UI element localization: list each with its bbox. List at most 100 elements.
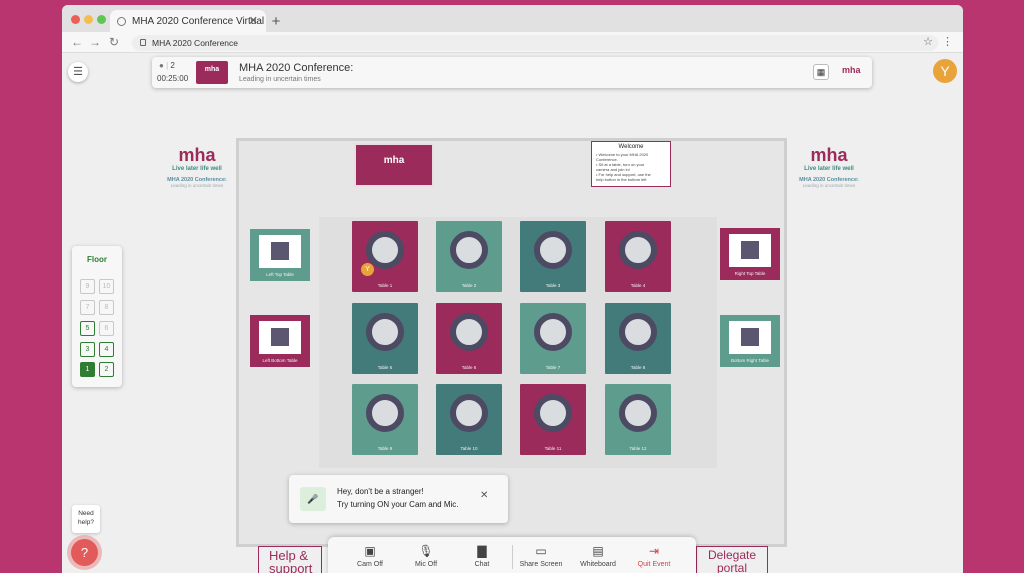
browser-tab[interactable]: MHA 2020 Conference Virtual C ✕: [110, 10, 266, 33]
right-top-table[interactable]: Right Top Table: [720, 228, 780, 280]
bookmark-star-icon[interactable]: ☆: [923, 32, 933, 53]
table-9[interactable]: Table 9: [352, 384, 418, 455]
mha-logo-small: mha: [842, 65, 861, 75]
share-screen-icon: ▭: [535, 544, 547, 558]
floor-button-8[interactable]: 8: [99, 300, 114, 315]
table-5[interactable]: Table 5: [352, 303, 418, 374]
table-6[interactable]: Table 6: [436, 303, 502, 374]
cam-off-label: Cam Off: [357, 561, 383, 568]
brand-tagline: Live later life well: [172, 166, 222, 172]
floor-title: Floor: [87, 255, 107, 264]
round-table: [534, 231, 572, 269]
maximize-window-icon[interactable]: [97, 15, 106, 24]
floor-button-6[interactable]: 6: [99, 321, 114, 336]
seated-user-avatar: Y: [361, 263, 374, 276]
help-support-sign[interactable]: Help & support: [258, 546, 322, 573]
close-toast-icon[interactable]: ✕: [480, 490, 488, 501]
table-label: Table 12: [629, 446, 647, 451]
help-button[interactable]: ?: [71, 539, 98, 566]
delegate-portal-sign[interactable]: Delegate portal: [696, 546, 768, 573]
back-icon[interactable]: ←: [71, 32, 83, 53]
floor-button-1[interactable]: 1: [80, 362, 95, 377]
close-window-icon[interactable]: [71, 15, 80, 24]
table-4[interactable]: Table 4: [605, 221, 671, 292]
welcome-line: help button in the bottom left: [596, 177, 647, 182]
table-8[interactable]: Table 8: [605, 303, 671, 374]
mic-off-label: Mic Off: [414, 561, 438, 568]
event-logo: mha: [196, 61, 228, 84]
calendar-icon[interactable]: ▦: [813, 64, 829, 80]
mha-logo: mha: [810, 145, 848, 165]
whiteboard-button[interactable]: ▤ Whiteboard: [568, 544, 628, 568]
browser-titlebar: MHA 2020 Conference Virtual C ✕ +: [62, 5, 963, 33]
chat-button[interactable]: ▇ Chat: [452, 544, 512, 568]
exit-icon: ⇥: [648, 544, 660, 558]
brand-tagline: Live later life well: [804, 166, 854, 172]
floor-button-3[interactable]: 3: [80, 342, 95, 357]
left-bottom-table[interactable]: Left Bottom Table: [250, 315, 310, 367]
reload-icon[interactable]: ↻: [109, 32, 119, 53]
brand-right: mha Live later life well MHA 2020 Confer…: [789, 145, 869, 188]
event-app: ☰ ● | 2 00:25:00 mha MHA 2020 Conference…: [62, 53, 963, 573]
right-bottom-table[interactable]: Bottom Right Table: [720, 315, 780, 367]
round-table: [450, 394, 488, 432]
camera-off-icon: ▣: [364, 544, 376, 558]
round-table: [619, 313, 657, 351]
whiteboard-label: Whiteboard: [580, 561, 616, 568]
side-table-label: Left Top Table: [266, 272, 294, 277]
table-12[interactable]: Table 12: [605, 384, 671, 455]
floor-button-5[interactable]: 5: [80, 321, 95, 336]
table-1[interactable]: Y Table 1: [352, 221, 418, 292]
round-table: [366, 231, 404, 269]
chat-label: Chat: [474, 561, 490, 568]
cam-off-button[interactable]: ▣ Cam Off: [340, 544, 400, 568]
floor-button-7[interactable]: 7: [80, 300, 95, 315]
table-label: Table 6: [461, 365, 477, 370]
table-3[interactable]: Table 3: [520, 221, 586, 292]
side-table-label: Right Top Table: [734, 271, 766, 276]
address-bar[interactable]: MHA 2020 Conference: [132, 35, 938, 51]
floor-button-9[interactable]: 9: [80, 279, 95, 294]
mic-off-icon: 🎙: [418, 544, 434, 558]
table-label: Table 1: [377, 283, 393, 288]
close-tab-icon[interactable]: ✕: [249, 10, 258, 33]
table-label: Table 8: [630, 365, 646, 370]
table-label: Table 11: [544, 446, 562, 451]
event-title: MHA 2020 Conference:: [239, 62, 354, 74]
floor-button-4[interactable]: 4: [99, 342, 114, 357]
brand-conference-sub: Leading in uncertain times: [802, 183, 856, 188]
quit-event-button[interactable]: ⇥ Quit Event: [624, 544, 684, 568]
floor-selector: Floor 9 10 7 8 5 6 3 4 1 2: [72, 246, 122, 387]
table-2[interactable]: Table 2: [436, 221, 502, 292]
attendee-count: ● | 2: [159, 61, 175, 70]
forward-icon[interactable]: →: [89, 32, 101, 53]
toast-line-1: Hey, don't be a stranger!: [337, 487, 424, 496]
table-11[interactable]: Table 11: [520, 384, 586, 455]
globe-icon: [117, 17, 126, 26]
mic-off-button[interactable]: 🎙 Mic Off: [396, 544, 456, 568]
browser-menu-icon[interactable]: ⋮: [942, 32, 953, 53]
floor-button-2[interactable]: 2: [99, 362, 114, 377]
share-screen-label: Share Screen: [519, 561, 563, 568]
minimize-window-icon[interactable]: [84, 15, 93, 24]
floor-button-10[interactable]: 10: [99, 279, 114, 294]
round-table: [534, 313, 572, 351]
whiteboard-icon: ▤: [592, 544, 604, 558]
help-question-icon: ?: [80, 545, 89, 560]
round-table: [619, 231, 657, 269]
table-label: Table 4: [630, 283, 646, 288]
event-logo-text: mha: [204, 66, 220, 73]
toast-line-2: Try turning ON your Cam and Mic.: [337, 500, 459, 509]
new-tab-button[interactable]: +: [266, 10, 286, 33]
cam-mic-toast: 🎤 Hey, don't be a stranger! Try turning …: [289, 475, 508, 523]
table-7[interactable]: Table 7: [520, 303, 586, 374]
round-table: [534, 394, 572, 432]
table-10[interactable]: Table 10: [436, 384, 502, 455]
share-screen-button[interactable]: ▭ Share Screen: [511, 544, 571, 568]
user-avatar[interactable]: Y: [933, 59, 957, 83]
round-table: [619, 394, 657, 432]
mha-banner: mha: [354, 143, 434, 187]
menu-button[interactable]: ☰: [68, 62, 88, 82]
side-table-card: [729, 234, 771, 267]
left-top-table[interactable]: Left Top Table: [250, 229, 310, 281]
